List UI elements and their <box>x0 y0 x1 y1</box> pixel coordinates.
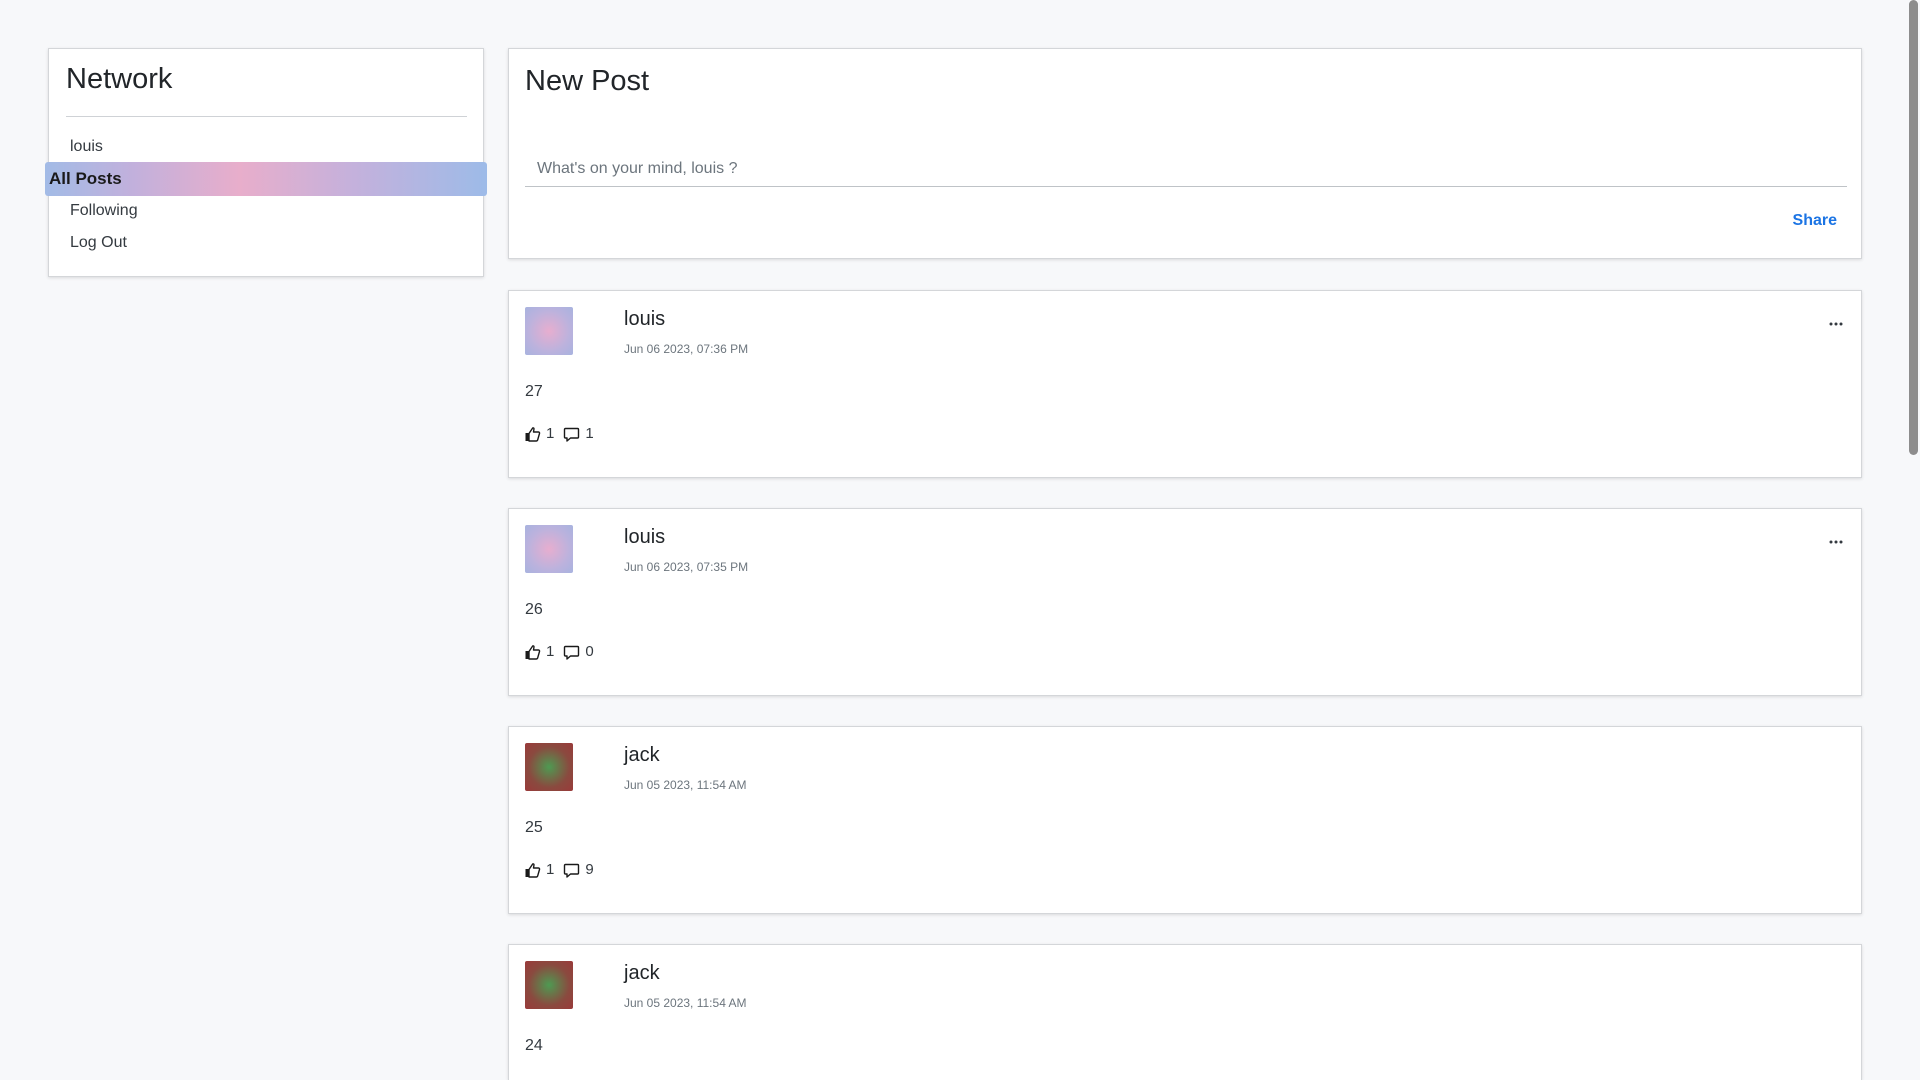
ellipsis-icon[interactable] <box>1829 533 1843 544</box>
like-count: 1 <box>546 643 555 660</box>
comment-icon <box>564 427 580 442</box>
sidebar-item-following[interactable]: Following <box>70 202 138 220</box>
post-card: louis Jun 06 2023, 07:36 PM 27 1 1 <box>508 290 1862 478</box>
post-card: louis Jun 06 2023, 07:35 PM 26 1 0 <box>508 508 1862 696</box>
comment-button[interactable]: 1 <box>563 425 594 442</box>
post-timestamp: Jun 05 2023, 11:54 AM <box>624 996 747 1010</box>
thumbs-up-icon <box>525 426 541 442</box>
comment-count: 0 <box>585 643 594 660</box>
ellipsis-icon[interactable] <box>1829 315 1843 326</box>
sidebar-title: Network <box>66 63 173 95</box>
post-content: 25 <box>525 819 543 836</box>
sidebar-item-profile[interactable]: louis <box>70 138 103 156</box>
post-content: 27 <box>525 383 543 400</box>
comment-button[interactable]: 0 <box>563 643 594 660</box>
post-actions: 1 9 <box>524 861 594 878</box>
comment-icon <box>564 645 580 660</box>
post-actions: 1 1 <box>524 425 594 442</box>
post-card: jack Jun 05 2023, 11:54 AM 24 <box>508 944 1862 1080</box>
sidebar: Network louis All Posts Following Log Ou… <box>45 48 487 277</box>
avatar[interactable] <box>525 961 573 1009</box>
like-count: 1 <box>546 861 555 878</box>
avatar[interactable] <box>525 525 573 573</box>
post-actions: 1 0 <box>524 643 594 660</box>
post-card: jack Jun 05 2023, 11:54 AM 25 1 9 <box>508 726 1862 914</box>
post-username[interactable]: jack <box>624 962 660 985</box>
like-button[interactable]: 1 <box>524 425 554 442</box>
thumbs-up-icon <box>525 862 541 878</box>
thumbs-up-icon <box>525 644 541 660</box>
post-timestamp: Jun 06 2023, 07:35 PM <box>624 560 749 574</box>
new-post-title: New Post <box>525 65 650 97</box>
post-timestamp: Jun 05 2023, 11:54 AM <box>624 778 747 792</box>
like-button[interactable]: 1 <box>524 643 554 660</box>
post-content: 24 <box>525 1037 543 1054</box>
avatar[interactable] <box>525 307 573 355</box>
comment-count: 9 <box>585 861 594 878</box>
comment-button[interactable]: 9 <box>563 861 594 878</box>
sidebar-item-all-posts[interactable]: All Posts <box>45 162 487 196</box>
comment-icon <box>564 863 580 878</box>
like-count: 1 <box>546 425 555 442</box>
share-button[interactable]: Share <box>1793 212 1837 230</box>
new-post-input[interactable] <box>525 151 1847 187</box>
post-username[interactable]: louis <box>624 308 665 331</box>
post-username[interactable]: jack <box>624 744 660 767</box>
post-content: 26 <box>525 601 543 618</box>
avatar[interactable] <box>525 743 573 791</box>
comment-count: 1 <box>585 425 594 442</box>
like-button[interactable]: 1 <box>524 861 554 878</box>
post-username[interactable]: louis <box>624 526 665 549</box>
scrollbar-thumb[interactable] <box>1909 0 1918 455</box>
sidebar-item-log-out[interactable]: Log Out <box>70 234 127 252</box>
page-scrollbar[interactable] <box>1904 0 1920 1080</box>
sidebar-divider <box>66 116 467 117</box>
post-timestamp: Jun 06 2023, 07:36 PM <box>624 342 749 356</box>
new-post-card: New Post Share <box>508 48 1862 259</box>
